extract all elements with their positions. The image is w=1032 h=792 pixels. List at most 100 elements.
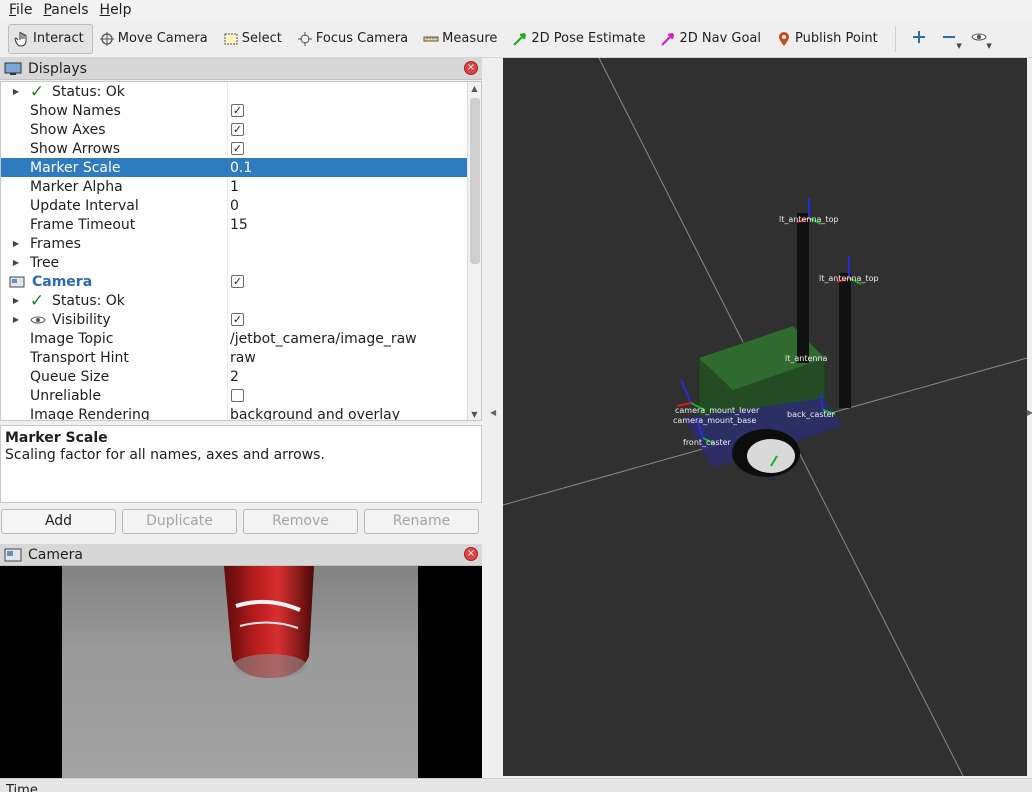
camera-image-view[interactable] bbox=[0, 566, 482, 778]
move-camera-tool-button[interactable]: Move Camera bbox=[93, 24, 217, 54]
dock-splitter[interactable]: ◀ bbox=[486, 58, 500, 776]
display-buttons: Add Duplicate Remove Rename bbox=[0, 509, 482, 535]
tree-row-transport-hint[interactable]: Transport Hint raw bbox=[1, 348, 467, 367]
row-label: Status: Ok bbox=[52, 83, 125, 100]
expand-arrow-icon[interactable]: ▶ bbox=[11, 315, 21, 324]
monitor-icon bbox=[4, 62, 22, 76]
publish-point-tool-button[interactable]: Publish Point bbox=[770, 24, 887, 54]
checkmark-icon: ✓ bbox=[29, 290, 45, 311]
tree-row-queue-size[interactable]: Queue Size 2 bbox=[1, 367, 467, 386]
collapse-right-arrow-icon[interactable]: ▶ bbox=[1027, 408, 1032, 417]
eye-icon bbox=[30, 312, 46, 328]
camera-enabled-checkbox[interactable]: ✓ bbox=[231, 275, 244, 288]
measure-tool-button[interactable]: Measure bbox=[417, 24, 506, 54]
row-label: Frame Timeout bbox=[30, 216, 136, 233]
menu-help[interactable]: Help bbox=[95, 1, 138, 19]
row-label: Queue Size bbox=[30, 368, 110, 385]
time-panel-title: Time bbox=[6, 783, 38, 792]
scene-render bbox=[503, 58, 1027, 776]
tree-row-marker-scale[interactable]: Marker Scale 0.1 bbox=[1, 158, 467, 177]
tree-row-frames[interactable]: ▶ Frames bbox=[1, 234, 467, 253]
focus-camera-tool-button[interactable]: Focus Camera bbox=[291, 24, 417, 54]
ruler-icon bbox=[422, 30, 440, 48]
row-value[interactable]: 15 bbox=[230, 217, 248, 233]
scroll-down-arrow-icon[interactable]: ▼ bbox=[468, 408, 481, 420]
view-tool-button[interactable]: ▼ bbox=[964, 24, 994, 54]
chevron-down-icon: ▼ bbox=[986, 41, 992, 50]
pose-estimate-tool-button[interactable]: 2D Pose Estimate bbox=[506, 24, 654, 54]
tree-row-update-interval[interactable]: Update Interval 0 bbox=[1, 196, 467, 215]
duplicate-button[interactable]: Duplicate bbox=[122, 509, 237, 534]
tree-row-show-names[interactable]: Show Names ✓ bbox=[1, 101, 467, 120]
description-text: Scaling factor for all names, axes and a… bbox=[5, 447, 325, 463]
show-axes-checkbox[interactable]: ✓ bbox=[231, 123, 244, 136]
row-label: Show Axes bbox=[30, 121, 106, 138]
rename-button[interactable]: Rename bbox=[364, 509, 479, 534]
expand-arrow-icon[interactable]: ▶ bbox=[11, 87, 21, 96]
row-value[interactable]: 1 bbox=[230, 179, 239, 195]
menubar: File Panels Help bbox=[0, 0, 1032, 20]
displays-panel-title: Displays bbox=[28, 60, 87, 77]
nav-goal-label: 2D Nav Goal bbox=[679, 31, 762, 46]
row-value[interactable]: 0 bbox=[230, 198, 239, 214]
row-value[interactable]: 0.1 bbox=[230, 160, 252, 176]
frame-label: front_caster bbox=[683, 438, 731, 447]
add-button[interactable]: Add bbox=[1, 509, 116, 534]
show-names-checkbox[interactable]: ✓ bbox=[231, 104, 244, 117]
row-label: Unreliable bbox=[30, 387, 101, 404]
expand-arrow-icon[interactable]: ▶ bbox=[11, 296, 21, 305]
tree-row-camera-status[interactable]: ▶ ✓ Status: Ok bbox=[1, 290, 467, 311]
interact-tool-button[interactable]: Interact bbox=[8, 23, 93, 54]
toolbar: Interact Move Camera Select Focus Camera… bbox=[0, 20, 1032, 58]
row-value[interactable]: raw bbox=[230, 350, 256, 366]
tree-row-status[interactable]: ▶ ✓ Status: Ok bbox=[1, 82, 467, 102]
focus-camera-icon bbox=[296, 30, 314, 48]
scroll-up-arrow-icon[interactable]: ▲ bbox=[468, 82, 481, 96]
3d-render-viewport[interactable]: lt_antenna_top lt_antenna_top lt_antenna… bbox=[503, 58, 1027, 776]
tree-row-unreliable[interactable]: Unreliable bbox=[1, 386, 467, 405]
camera-panel-icon bbox=[4, 548, 22, 562]
tree-row-show-axes[interactable]: Show Axes ✓ bbox=[1, 120, 467, 139]
row-label: Image Topic bbox=[30, 330, 114, 347]
tree-row-marker-alpha[interactable]: Marker Alpha 1 bbox=[1, 177, 467, 196]
tree-row-visibility[interactable]: ▶ Visibility ✓ bbox=[1, 310, 467, 329]
add-tool-button[interactable] bbox=[904, 24, 934, 54]
unreliable-checkbox[interactable] bbox=[231, 389, 244, 402]
row-value[interactable]: 2 bbox=[230, 369, 239, 385]
expand-arrow-icon[interactable]: ▶ bbox=[11, 258, 21, 267]
show-arrows-checkbox[interactable]: ✓ bbox=[231, 142, 244, 155]
collapse-left-arrow-icon[interactable]: ◀ bbox=[490, 408, 496, 417]
tree-row-camera[interactable]: Camera ✓ bbox=[1, 272, 467, 291]
tree-row-show-arrows[interactable]: Show Arrows ✓ bbox=[1, 139, 467, 158]
row-label: Transport Hint bbox=[30, 349, 129, 366]
publish-point-label: Publish Point bbox=[795, 31, 878, 46]
close-icon[interactable]: × bbox=[464, 61, 478, 75]
frame-label: camera_mount_base bbox=[673, 416, 757, 425]
select-tool-button[interactable]: Select bbox=[217, 24, 291, 54]
nav-goal-tool-button[interactable]: 2D Nav Goal bbox=[654, 24, 770, 54]
move-camera-label: Move Camera bbox=[117, 31, 208, 46]
measure-label: Measure bbox=[442, 31, 498, 46]
expand-arrow-icon[interactable]: ▶ bbox=[11, 239, 21, 248]
hand-pointer-icon bbox=[13, 30, 31, 48]
tree-row-image-rendering[interactable]: Image Rendering background and overlay bbox=[1, 405, 467, 421]
menu-panels[interactable]: Panels bbox=[38, 1, 94, 19]
scrollbar-thumb[interactable] bbox=[470, 98, 480, 264]
row-value[interactable]: background and overlay bbox=[230, 407, 400, 421]
visibility-checkbox[interactable]: ✓ bbox=[231, 313, 244, 326]
tree-row-tree[interactable]: ▶ Tree bbox=[1, 253, 467, 272]
tree-scrollbar[interactable]: ▲ ▼ bbox=[467, 82, 481, 420]
menu-file[interactable]: File bbox=[4, 1, 38, 19]
frame-label: lt_antenna_top bbox=[819, 274, 879, 283]
magenta-arrow-icon bbox=[659, 30, 677, 48]
remove-button[interactable]: Remove bbox=[243, 509, 358, 534]
row-value[interactable]: /jetbot_camera/image_raw bbox=[230, 331, 417, 347]
tree-row-frame-timeout[interactable]: Frame Timeout 15 bbox=[1, 215, 467, 234]
remove-tool-button[interactable]: ▼ bbox=[934, 24, 964, 54]
displays-tree: ▶ ✓ Status: Ok Show Names ✓ Show Axes ✓ … bbox=[0, 81, 482, 421]
minus-icon bbox=[942, 30, 956, 48]
tree-row-image-topic[interactable]: Image Topic /jetbot_camera/image_raw bbox=[1, 329, 467, 348]
move-camera-icon bbox=[98, 30, 116, 48]
chevron-down-icon: ▼ bbox=[956, 41, 962, 50]
close-icon[interactable]: × bbox=[464, 547, 478, 561]
